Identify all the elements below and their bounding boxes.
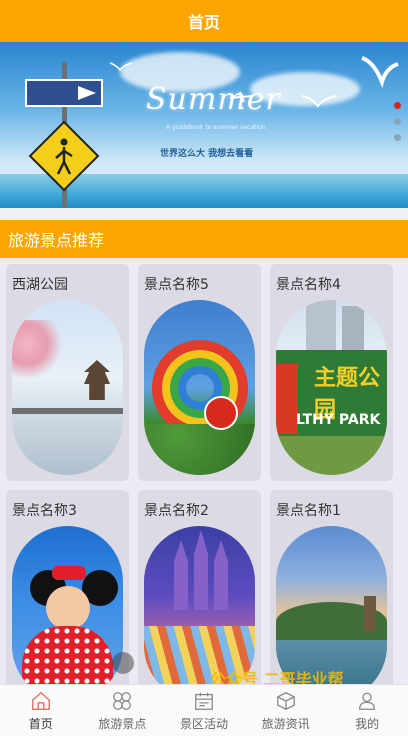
tab-news[interactable]: 旅游资讯 <box>245 685 327 736</box>
attraction-card[interactable]: 景点名称5 <box>138 264 261 481</box>
tab-label: 首页 <box>28 716 53 731</box>
home-icon <box>31 691 50 710</box>
tab-attractions[interactable]: 旅游景点 <box>82 685 164 736</box>
tab-activities[interactable]: 景区活动 <box>163 685 245 736</box>
attraction-image[interactable] <box>144 526 255 684</box>
attraction-card[interactable]: 西湖公园 <box>6 264 129 481</box>
tab-label: 景区活动 <box>179 716 228 731</box>
carousel-indicator[interactable] <box>394 102 401 141</box>
carousel-dot[interactable] <box>394 118 401 125</box>
page-title: 首页 <box>187 13 220 32</box>
attraction-image[interactable] <box>12 300 123 475</box>
tab-label: 我的 <box>355 716 380 731</box>
carousel-dot[interactable] <box>394 134 401 141</box>
floating-button[interactable] <box>112 652 134 674</box>
attraction-card[interactable]: 景点名称3 <box>6 490 129 684</box>
calendar-icon <box>195 692 213 710</box>
attraction-grid: 西湖公园 景点名称5 景点名称4 主题公园 LTHY PARK 景点名称3 景点… <box>0 258 408 684</box>
attraction-image[interactable] <box>276 526 387 684</box>
section-title-text: 旅游景点推荐 <box>8 231 105 250</box>
attraction-card[interactable]: 景点名称4 主题公园 LTHY PARK <box>270 264 393 481</box>
attraction-card[interactable]: 景点名称2 <box>138 490 261 684</box>
attraction-name: 景点名称3 <box>12 503 77 519</box>
banner-carousel[interactable]: Summer A guidebook to summer vacation 世界… <box>0 42 408 208</box>
user-icon <box>359 692 376 710</box>
tab-home[interactable]: 首页 <box>0 685 82 736</box>
bottom-tab-bar: 首页 旅游景点 景区活动 旅游资讯 我的 <box>0 684 408 736</box>
app-header: 首页 <box>0 0 408 42</box>
attraction-name: 西湖公园 <box>12 277 68 293</box>
tab-profile[interactable]: 我的 <box>326 685 408 736</box>
attraction-name: 景点名称5 <box>144 277 209 293</box>
attraction-image[interactable] <box>144 300 255 475</box>
box-icon <box>276 691 295 710</box>
banner-caption: 世界这么大 我想去看看 <box>160 149 254 159</box>
carousel-dot-active[interactable] <box>394 102 401 109</box>
attraction-image[interactable]: 主题公园 LTHY PARK <box>276 300 387 475</box>
road-sign-illustration <box>25 62 103 208</box>
tab-label: 旅游景点 <box>98 716 147 731</box>
seagull-illustration <box>361 56 399 89</box>
park-sign-text-en: LTHY PARK <box>296 412 381 428</box>
attraction-card[interactable]: 景点名称1 <box>270 490 393 684</box>
tab-label: 旅游资讯 <box>261 716 310 731</box>
seagull-illustration <box>301 95 337 108</box>
banner-subline: A guidebook to summer vacation <box>166 124 266 131</box>
banner-headline: Summer <box>146 82 281 117</box>
seagull-illustration <box>109 62 133 72</box>
section-header: 旅游景点推荐 <box>0 220 408 258</box>
section-divider <box>0 208 408 220</box>
attraction-name: 景点名称1 <box>276 503 341 519</box>
attraction-name: 景点名称4 <box>276 277 341 293</box>
attraction-name: 景点名称2 <box>144 503 209 519</box>
grid-clover-icon <box>113 691 132 710</box>
attraction-image[interactable] <box>12 526 123 684</box>
